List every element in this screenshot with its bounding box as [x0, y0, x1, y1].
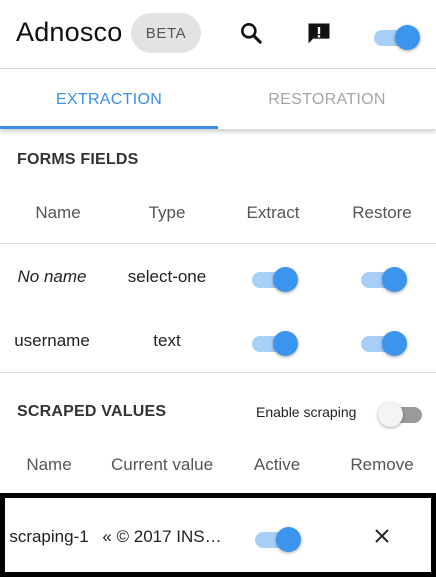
scraped-values-title: SCRAPED VALUES [17, 403, 167, 420]
app-header: Adnosco BETA [0, 0, 436, 69]
forms-fields-title: FORMS FIELDS [17, 151, 139, 168]
col-restore: Restore [352, 203, 412, 222]
scraping-current-value: « © 2017 INS… [102, 527, 222, 546]
enable-scraping-label: Enable scraping [256, 404, 357, 420]
field-type: text [153, 331, 181, 350]
enable-scraping-toggle[interactable] [378, 399, 426, 429]
col-active: Active [253, 455, 301, 474]
tab-restoration[interactable]: RESTORATION [218, 70, 436, 129]
col-type: Type [148, 203, 186, 222]
col-name: Name [26, 455, 72, 474]
tab-bar: EXTRACTION RESTORATION [0, 70, 436, 129]
close-icon[interactable] [374, 528, 390, 544]
col-remove: Remove [350, 455, 414, 474]
extract-toggle[interactable] [250, 264, 298, 294]
divider [0, 372, 436, 373]
field-name: username [14, 331, 90, 350]
tab-extraction[interactable]: EXTRACTION [0, 70, 218, 129]
scraping-name: scraping-1 [9, 527, 89, 546]
col-current-value: Current value [110, 455, 214, 474]
feedback-icon[interactable] [305, 20, 331, 46]
app-title: Adnosco [16, 17, 123, 47]
extract-toggle[interactable] [250, 328, 298, 358]
col-extract: Extract [246, 203, 300, 222]
field-name: No name [17, 267, 87, 286]
restore-toggle[interactable] [359, 264, 407, 294]
field-type: select-one [127, 267, 207, 286]
restore-toggle[interactable] [359, 328, 407, 358]
col-name: Name [35, 203, 81, 222]
active-toggle[interactable] [253, 524, 301, 554]
active-tab-indicator [0, 126, 218, 129]
beta-badge: BETA [131, 13, 201, 53]
master-toggle[interactable] [372, 22, 420, 52]
search-icon[interactable] [238, 20, 264, 46]
divider [0, 243, 436, 244]
